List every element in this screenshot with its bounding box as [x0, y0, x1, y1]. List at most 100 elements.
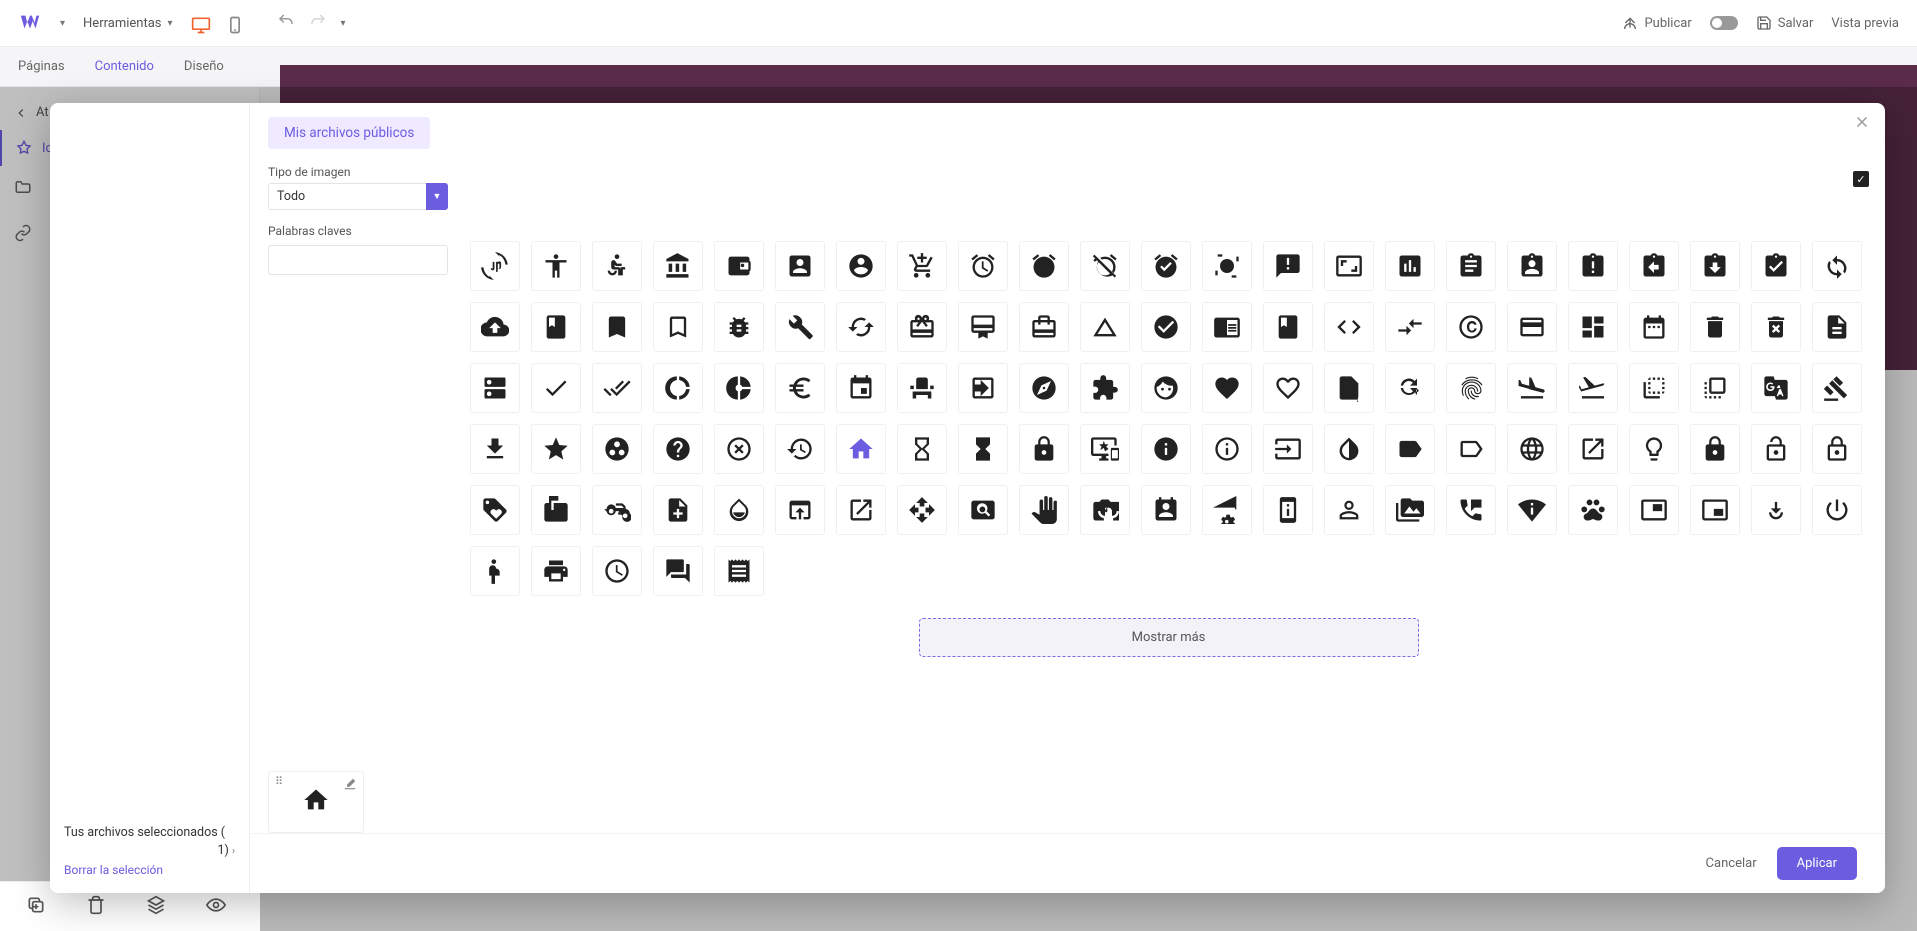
- drag-handle-icon[interactable]: ⠿: [275, 775, 284, 788]
- cancel-button[interactable]: Cancelar: [1706, 856, 1757, 871]
- icon-credit-card[interactable]: [1507, 302, 1557, 352]
- icon-picture-in-picture[interactable]: [1629, 485, 1679, 535]
- icon-label-outline[interactable]: [1446, 424, 1496, 474]
- icon-perm-data-setting[interactable]: [1202, 485, 1252, 535]
- icon-important-devices[interactable]: [1080, 424, 1130, 474]
- icon-description[interactable]: [1812, 302, 1862, 352]
- icon-group-work[interactable]: [592, 424, 642, 474]
- icon-change-history[interactable]: [1080, 302, 1130, 352]
- icon-lightbulb-outline[interactable]: [1629, 424, 1679, 474]
- icon-perm-contact-calendar[interactable]: [1141, 485, 1191, 535]
- icon-face[interactable]: [1141, 363, 1191, 413]
- icon-aspect-ratio[interactable]: [1324, 241, 1374, 291]
- app-logo[interactable]: [18, 11, 42, 35]
- public-files-tab[interactable]: Mis archivos públicos: [268, 117, 430, 149]
- icon-flight-takeoff[interactable]: [1568, 363, 1618, 413]
- icon-power-settings-new[interactable]: [1812, 485, 1862, 535]
- icon-cached[interactable]: [836, 302, 886, 352]
- icon-class[interactable]: [1263, 302, 1313, 352]
- icon-chrome-reader-mode[interactable]: [1202, 302, 1252, 352]
- icon-delete-forever[interactable]: [1751, 302, 1801, 352]
- icon-flip-to-back[interactable]: [1629, 363, 1679, 413]
- icon-alarm-add[interactable]: [1019, 241, 1069, 291]
- icon-card-membership[interactable]: [958, 302, 1008, 352]
- icon-pan-tool[interactable]: [1019, 485, 1069, 535]
- publish-toggle[interactable]: [1710, 16, 1738, 30]
- icon-picture-in-picture-alt[interactable]: [1690, 485, 1740, 535]
- tab-design[interactable]: Diseño: [184, 59, 224, 74]
- icon-open-with[interactable]: [897, 485, 947, 535]
- icon-opacity[interactable]: [714, 485, 764, 535]
- icon-info[interactable]: [1141, 424, 1191, 474]
- icon-assignment-returned[interactable]: [1690, 241, 1740, 291]
- icon-home[interactable]: [836, 424, 886, 474]
- icon-open-in-browser[interactable]: [775, 485, 825, 535]
- icon-lock[interactable]: [1690, 424, 1740, 474]
- icon-info-outline[interactable]: [1202, 424, 1252, 474]
- icon-euro-symbol[interactable]: [775, 363, 825, 413]
- icon-bookmark[interactable]: [592, 302, 642, 352]
- icon-exit-to-app[interactable]: [958, 363, 1008, 413]
- icon-dns[interactable]: [470, 363, 520, 413]
- mobile-device-icon[interactable]: [225, 15, 245, 31]
- icon-perm-identity[interactable]: [1324, 485, 1374, 535]
- icon-favorite[interactable]: [1202, 363, 1252, 413]
- icon-play-for-work[interactable]: [1751, 485, 1801, 535]
- icon-explore[interactable]: [1019, 363, 1069, 413]
- icon-done[interactable]: [531, 363, 581, 413]
- icon-accessibility[interactable]: [531, 241, 581, 291]
- icon-loyalty[interactable]: [470, 485, 520, 535]
- publish-button[interactable]: Publicar: [1622, 15, 1691, 31]
- icon-help[interactable]: [653, 424, 703, 474]
- icon-alarm-off[interactable]: [1080, 241, 1130, 291]
- icon-hourglass-full[interactable]: [958, 424, 1008, 474]
- icon-card-travel[interactable]: [1019, 302, 1069, 352]
- icon-bookmark-border[interactable]: [653, 302, 703, 352]
- icon-autorenew[interactable]: [1812, 241, 1862, 291]
- history-chevron-icon[interactable]: ▾: [341, 18, 346, 29]
- tab-pages[interactable]: Páginas: [18, 59, 65, 74]
- icon-assignment-ind[interactable]: [1507, 241, 1557, 291]
- close-button[interactable]: [1853, 113, 1871, 135]
- icon-receipt[interactable]: [714, 546, 764, 596]
- icon-favorite-border[interactable]: [1263, 363, 1313, 413]
- tools-menu[interactable]: Herramientas ▾: [83, 16, 173, 31]
- icon-card-giftcard[interactable]: [897, 302, 947, 352]
- select-all-checkbox[interactable]: ✓: [1853, 171, 1869, 187]
- icon-compare-arrows[interactable]: [1385, 302, 1435, 352]
- icon-alarm-on[interactable]: [1141, 241, 1191, 291]
- icon-code[interactable]: [1324, 302, 1374, 352]
- icon-assignment-late[interactable]: [1568, 241, 1618, 291]
- icon-date-range[interactable]: [1629, 302, 1679, 352]
- icon-account-box[interactable]: [775, 241, 825, 291]
- tab-content[interactable]: Contenido: [95, 59, 154, 74]
- preview-button[interactable]: Vista previa: [1831, 16, 1899, 31]
- icon-lock-open[interactable]: [1751, 424, 1801, 474]
- save-button[interactable]: Salvar: [1756, 15, 1814, 31]
- icon-account-balance[interactable]: [653, 241, 703, 291]
- icon-find-in-page[interactable]: [1324, 363, 1374, 413]
- selected-icon-card[interactable]: ⠿: [268, 771, 364, 833]
- icon-label[interactable]: [1385, 424, 1435, 474]
- icon-print[interactable]: [531, 546, 581, 596]
- icon-gavel[interactable]: [1812, 363, 1862, 413]
- layers-icon[interactable]: [146, 895, 166, 919]
- apply-button[interactable]: Aplicar: [1777, 847, 1857, 880]
- icon-book[interactable]: [531, 302, 581, 352]
- icon-pets[interactable]: [1568, 485, 1618, 535]
- icon-hourglass-empty[interactable]: [897, 424, 947, 474]
- image-type-select[interactable]: Todo ▼: [268, 183, 448, 210]
- icon-grade[interactable]: [531, 424, 581, 474]
- remove-selection-icon[interactable]: [343, 776, 357, 795]
- icon-assignment-return[interactable]: [1629, 241, 1679, 291]
- icon-event-seat[interactable]: [897, 363, 947, 413]
- desktop-device-icon[interactable]: [191, 15, 211, 31]
- icon-open-in-new[interactable]: [836, 485, 886, 535]
- icon-invert-colors[interactable]: [1324, 424, 1374, 474]
- icon-account-balance-wallet[interactable]: [714, 241, 764, 291]
- icon-markunread-mailbox[interactable]: [531, 485, 581, 535]
- icon-fingerprint[interactable]: [1446, 363, 1496, 413]
- icon-perm-scan-wifi[interactable]: [1507, 485, 1557, 535]
- duplicate-icon[interactable]: [26, 895, 46, 919]
- icon-question-answer[interactable]: [653, 546, 703, 596]
